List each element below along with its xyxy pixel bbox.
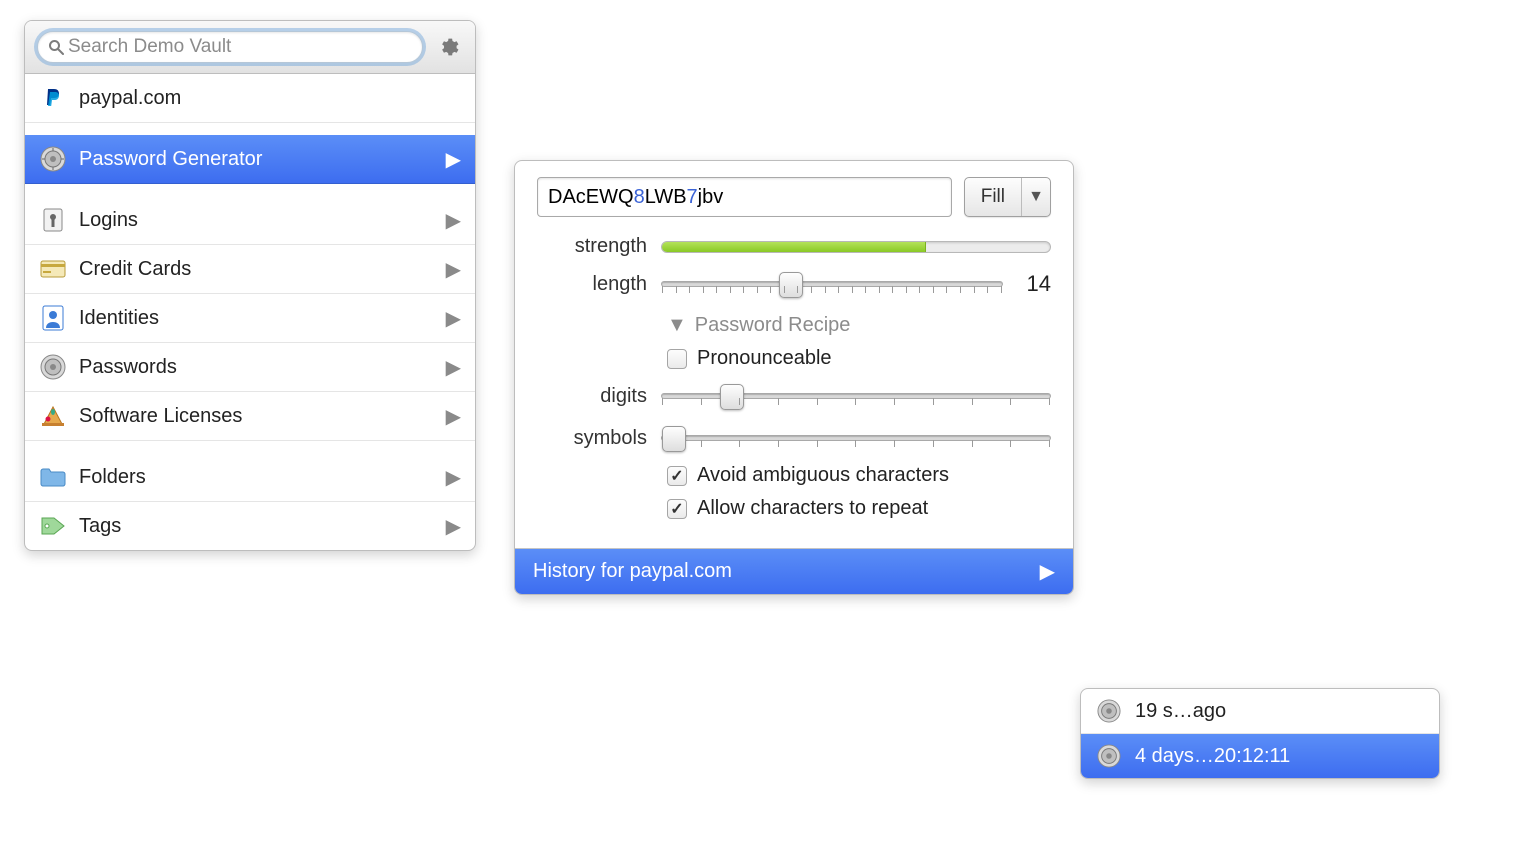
digits-label: digits: [537, 385, 647, 408]
allow-repeat-option[interactable]: Allow characters to repeat: [667, 497, 1051, 520]
identity-icon: [39, 304, 67, 332]
history-item[interactable]: 19 s…ago: [1081, 689, 1439, 734]
chevron-right-icon: ▶: [446, 306, 461, 331]
fill-button-group: Fill ▼: [964, 177, 1051, 217]
disclosure-triangle-icon: ▼: [667, 314, 687, 337]
vault-dial-icon: [1095, 697, 1123, 725]
length-slider[interactable]: [661, 268, 1003, 300]
avoid-ambiguous-option[interactable]: Avoid ambiguous characters: [667, 464, 1051, 487]
tags-label: Tags: [79, 515, 434, 538]
vault-dial-icon: [39, 145, 67, 173]
gear-icon: [437, 36, 459, 58]
software-licenses-label: Software Licenses: [79, 405, 434, 428]
chevron-right-icon: ▶: [446, 465, 461, 490]
digits-slider[interactable]: [661, 380, 1051, 412]
paypal-icon: [39, 84, 67, 112]
password-recipe-toggle[interactable]: ▼ Password Recipe: [667, 314, 1051, 337]
folder-icon: [39, 463, 67, 491]
chevron-right-icon: ▶: [446, 404, 461, 429]
vault-sidebar: paypal.com Password Generator ▶ Logins ▶…: [24, 20, 476, 551]
history-item-label: 19 s…ago: [1135, 700, 1226, 723]
credit-cards-label: Credit Cards: [79, 258, 434, 281]
sidebar-item-password-generator[interactable]: Password Generator ▶: [25, 135, 475, 184]
generated-password-field[interactable]: DAcEWQ8LWB7jbv: [537, 177, 952, 217]
history-popup: 19 s…ago 4 days…20:12:11: [1080, 688, 1440, 779]
strength-label: strength: [537, 235, 647, 258]
search-input[interactable]: [68, 36, 412, 58]
search-bar: [25, 21, 475, 74]
site-match-label: paypal.com: [79, 87, 461, 110]
tag-icon: [39, 512, 67, 540]
sidebar-item-logins[interactable]: Logins ▶: [25, 196, 475, 245]
settings-button[interactable]: [433, 32, 463, 62]
password-generator-label: Password Generator: [79, 148, 434, 171]
pronounceable-label: Pronounceable: [697, 347, 832, 370]
sidebar-item-software-licenses[interactable]: Software Licenses ▶: [25, 392, 475, 441]
history-row[interactable]: History for paypal.com ▶: [515, 548, 1073, 594]
allow-repeat-label: Allow characters to repeat: [697, 497, 928, 520]
license-icon: [39, 402, 67, 430]
chevron-down-icon: ▼: [1028, 188, 1044, 206]
avoid-ambiguous-label: Avoid ambiguous characters: [697, 464, 949, 487]
identities-label: Identities: [79, 307, 434, 330]
history-label: History for paypal.com: [533, 560, 1040, 583]
site-match-row[interactable]: paypal.com: [25, 74, 475, 123]
length-value: 14: [1017, 271, 1051, 297]
password-generator-panel: DAcEWQ8LWB7jbv Fill ▼ strength length: [514, 160, 1074, 595]
chevron-right-icon: ▶: [446, 208, 461, 233]
length-label: length: [537, 273, 647, 296]
password-recipe-label: Password Recipe: [695, 314, 851, 337]
history-item[interactable]: 4 days…20:12:11: [1081, 734, 1439, 778]
history-item-label: 4 days…20:12:11: [1135, 745, 1290, 768]
search-icon: [48, 39, 64, 55]
fill-dropdown-button[interactable]: ▼: [1022, 178, 1050, 216]
sidebar-item-passwords[interactable]: Passwords ▶: [25, 343, 475, 392]
vault-dial-icon: [39, 353, 67, 381]
chevron-right-icon: ▶: [446, 147, 461, 172]
chevron-right-icon: ▶: [446, 257, 461, 282]
key-icon: [39, 206, 67, 234]
sidebar-item-tags[interactable]: Tags ▶: [25, 502, 475, 550]
chevron-right-icon: ▶: [446, 514, 461, 539]
vault-dial-icon: [1095, 742, 1123, 770]
fill-button[interactable]: Fill: [965, 178, 1022, 216]
checkbox-icon: [667, 499, 687, 519]
chevron-right-icon: ▶: [1040, 559, 1055, 584]
checkbox-icon: [667, 349, 687, 369]
folders-label: Folders: [79, 466, 434, 489]
sidebar-item-credit-cards[interactable]: Credit Cards ▶: [25, 245, 475, 294]
checkbox-icon: [667, 466, 687, 486]
strength-meter: [661, 241, 1051, 253]
credit-card-icon: [39, 255, 67, 283]
symbols-slider[interactable]: [661, 422, 1051, 454]
chevron-right-icon: ▶: [446, 355, 461, 380]
pronounceable-option[interactable]: Pronounceable: [667, 347, 1051, 370]
sidebar-item-identities[interactable]: Identities ▶: [25, 294, 475, 343]
passwords-label: Passwords: [79, 356, 434, 379]
sidebar-item-folders[interactable]: Folders ▶: [25, 453, 475, 502]
search-field-wrap[interactable]: [37, 31, 423, 63]
logins-label: Logins: [79, 209, 434, 232]
symbols-label: symbols: [537, 427, 647, 450]
